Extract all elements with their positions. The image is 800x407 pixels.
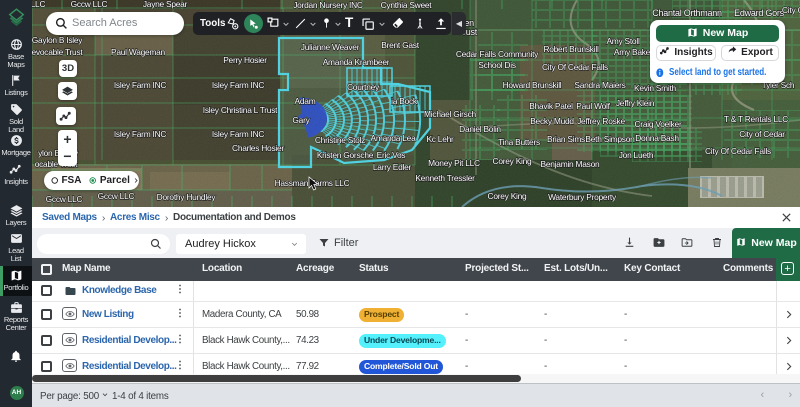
svg-text:Kc Lehr: Kc Lehr [426,134,454,144]
svg-text:Craig Voelker: Craig Voelker [634,119,681,129]
svg-text:Isley Farm INC: Isley Farm INC [212,129,265,139]
svg-text:Edward Gors: Edward Gors [734,8,785,18]
svg-text:Money Pit LLC: Money Pit LLC [428,158,480,168]
svg-text:Isley Farm INC: Isley Farm INC [212,80,265,90]
svg-text:Corey King: Corey King [493,156,533,166]
svg-text:Isley Farm INC: Isley Farm INC [114,129,167,139]
svg-text:Gary: Gary [292,115,310,125]
svg-text:Perry Hosier: Perry Hosier [223,55,267,65]
svg-text:Jon Lueth: Jon Lueth [619,150,654,160]
svg-text:Tina Butters: Tina Butters [498,137,540,147]
svg-text:Kristen Gorsche: Kristen Gorsche [317,150,374,160]
svg-text:Bhavik Patel: Bhavik Patel [529,101,573,111]
svg-text:Gccw LLC: Gccw LLC [46,194,83,204]
svg-text:Gccw LLC: Gccw LLC [71,0,108,9]
svg-text:City Of: City Of [782,5,800,15]
svg-text:Kenneth Tressler: Kenneth Tressler [415,173,475,183]
svg-text:Donna Bash: Donna Bash [635,133,679,143]
svg-text:Daniel Bolin: Daniel Bolin [459,124,501,134]
svg-text:Jeffrey Roske: Jeffrey Roske [577,116,625,126]
svg-text:Christine Stolz: Christine Stolz [315,135,365,145]
svg-text:Corey King: Corey King [488,191,528,201]
svg-text:Amanda Lea: Amanda Lea [371,133,417,143]
svg-text:Eric Vos: Eric Vos [377,150,406,160]
svg-text:Kevin Smith: Kevin Smith [634,83,677,93]
svg-text:Julianne Weaver: Julianne Weaver [301,42,360,52]
svg-text:Becky Mudd: Becky Mudd [530,116,574,126]
svg-text:Jordan Nursery INC: Jordan Nursery INC [293,0,363,10]
svg-text:Gccw LLC: Gccw LLC [98,191,135,201]
svg-text:Robert Brunskill: Robert Brunskill [543,44,599,54]
svg-text:School Dis: School Dis [478,60,516,70]
svg-text:Dorothy Hundley: Dorothy Hundley [157,192,217,202]
svg-text:Cedar Falls Community: Cedar Falls Community [456,49,539,59]
svg-text:Chantal Orthmann: Chantal Orthmann [652,8,722,18]
svg-text:Amanda Krambeer: Amanda Krambeer [323,57,390,67]
svg-text:Beth Simpson: Beth Simpson [585,134,635,144]
svg-text:evocable Trust: evocable Trust [32,47,83,57]
svg-text:Cynthia Sweet: Cynthia Sweet [381,0,433,10]
svg-text:Jeffry Klein: Jeffry Klein [616,98,655,108]
svg-text:Sandra Maiers: Sandra Maiers [574,80,625,90]
svg-text:Adam: Adam [295,96,316,106]
svg-text:Paul Wageman: Paul Wageman [111,47,166,57]
svg-text:w LLC: w LLC [32,0,45,9]
svg-text:Paul Wolf: Paul Wolf [576,101,610,111]
svg-text:Larry Edler: Larry Edler [373,162,412,172]
svg-text:City Of Cedar Falls: City Of Cedar Falls [705,146,771,156]
svg-text:T & T Rentals LLC: T & T Rentals LLC [724,114,788,124]
svg-text:Isley Christina L Trust: Isley Christina L Trust [203,105,278,115]
svg-text:Charles Hosier: Charles Hosier [232,143,284,153]
svg-text:Waterbury Property: Waterbury Property [548,192,617,202]
svg-text:ia Bock: ia Bock [391,96,418,106]
svg-text:Michael Girsch: Michael Girsch [424,109,476,119]
svg-text:Amy Bake: Amy Bake [614,47,651,57]
svg-text:Brent Gast: Brent Gast [381,40,419,50]
svg-text:Benjamin Mason: Benjamin Mason [541,159,600,169]
svg-text:Howard Brunskill: Howard Brunskill [503,80,562,90]
svg-text:Brian Sims: Brian Sims [547,134,585,144]
svg-text:Isley Farm INC: Isley Farm INC [114,80,167,90]
svg-text:Courtney: Courtney [347,82,380,92]
svg-text:Gaylon B Isley: Gaylon B Isley [32,35,83,45]
svg-text:City Of Cedar Falls: City Of Cedar Falls [542,62,608,72]
svg-text:Jayne Spear: Jayne Spear [143,0,188,9]
svg-text:Amy Stoll: Amy Stoll [606,36,640,46]
svg-text:City of Cedar: City of Cedar [739,129,785,139]
